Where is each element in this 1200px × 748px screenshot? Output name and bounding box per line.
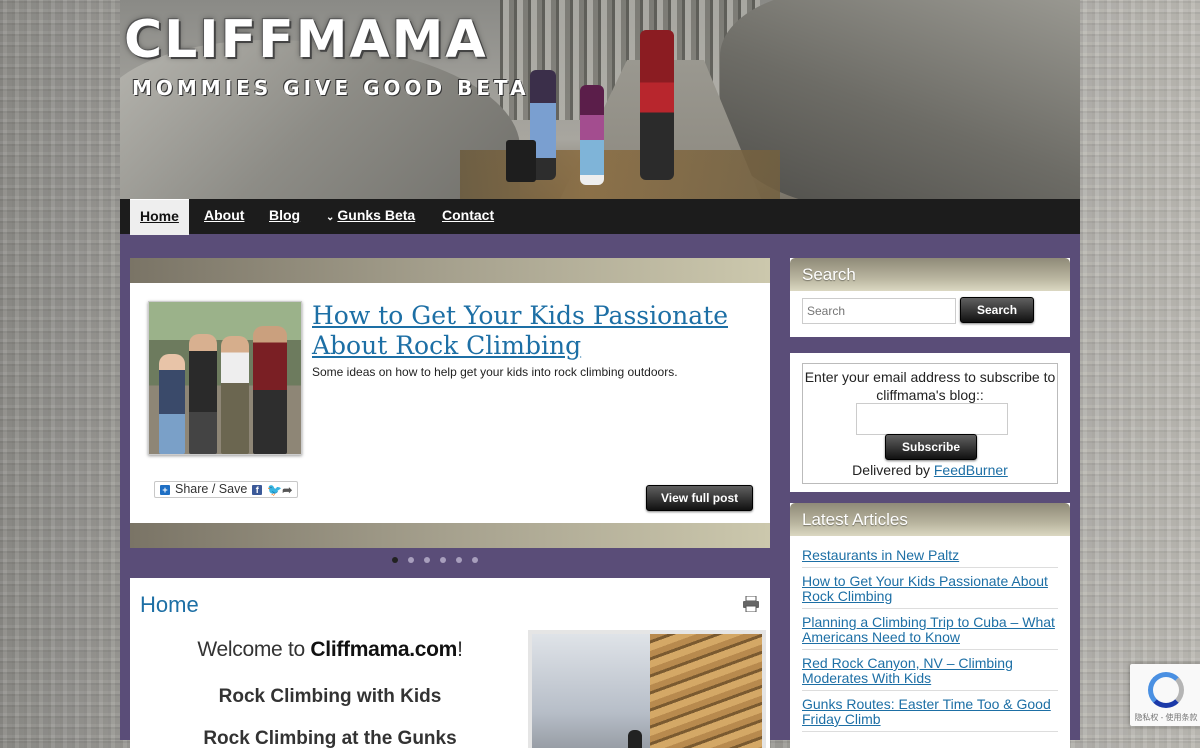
photo-cliff <box>650 634 762 748</box>
page-wrapper: CLIFFMAMA MOMMIES GIVE GOOD BETA Home Ab… <box>120 0 1080 748</box>
nav-gunks-beta-label: Gunks Beta <box>337 207 416 223</box>
article-link[interactable]: Red Rock Canyon, NV – Climbing Moderates… <box>802 650 1058 691</box>
photo-climber <box>628 730 642 748</box>
subscribe-box: Enter your email address to subscribe to… <box>802 363 1058 484</box>
featured-photo[interactable] <box>148 301 302 455</box>
welcome-site-name: Cliffmama.com <box>310 638 458 661</box>
plus-icon: + <box>160 484 170 495</box>
share-save-label: Share / Save <box>175 482 248 496</box>
share-save-button[interactable]: + Share / Save f 🐦 ➦ <box>154 481 299 498</box>
article-link[interactable]: Planning a Climbing Trip to Cuba – What … <box>802 609 1058 650</box>
feedburner-link[interactable]: FeedBurner <box>934 462 1008 478</box>
email-field[interactable] <box>856 403 1008 435</box>
search-button[interactable]: Search <box>960 297 1035 323</box>
latest-articles-heading: Latest Articles <box>790 503 1070 536</box>
page-title: Home <box>140 592 199 617</box>
facebook-icon: f <box>252 484 263 495</box>
delivered-by: Delivered by FeedBurner <box>803 462 1057 478</box>
article-link[interactable]: How to Get Your Kids Passionate About Ro… <box>802 568 1058 609</box>
search-widget-heading: Search <box>790 258 1070 291</box>
subheading-kids: Rock Climbing with Kids <box>218 686 442 707</box>
recaptcha-badge[interactable]: 隐私权 - 使用条款 <box>1130 664 1200 726</box>
climbing-photo <box>528 630 766 748</box>
welcome-heading: Welcome to Cliffmama.com! <box>170 638 490 662</box>
articles-list: Restaurants in New Paltz How to Get Your… <box>790 536 1070 732</box>
subscribe-button[interactable]: Subscribe <box>885 434 978 460</box>
article-link[interactable]: Gunks Routes: Easter Time Too & Good Fri… <box>802 691 1058 732</box>
recaptcha-icon <box>1148 672 1184 708</box>
featured-slide: How to Get Your Kids Passionate About Ro… <box>130 283 770 523</box>
latest-articles-widget: Latest Articles Restaurants in New Paltz… <box>790 503 1070 748</box>
header-hiker-adult <box>640 30 674 180</box>
chevron-down-icon: ⌄ <box>326 212 335 223</box>
site-tagline: MOMMIES GIVE GOOD BETA <box>132 76 530 100</box>
subscribe-widget: Enter your email address to subscribe to… <box>790 353 1070 492</box>
nav-contact[interactable]: Contact <box>442 199 494 234</box>
view-full-post-button[interactable]: View full post <box>646 485 754 511</box>
header-hiker-child-2 <box>580 85 604 185</box>
main-nav: Home About Blog ⌄ Gunks Beta Contact <box>120 199 1080 235</box>
featured-description: Some ideas on how to help get your kids … <box>312 365 678 379</box>
slider-dot[interactable] <box>440 557 446 563</box>
twitter-icon: 🐦 <box>267 482 283 497</box>
site-logo[interactable]: CLIFFMAMA MOMMIES GIVE GOOD BETA <box>124 14 530 100</box>
slider-top-bar <box>130 258 770 283</box>
slider-dot[interactable] <box>392 557 398 563</box>
nav-gunks-beta[interactable]: ⌄ Gunks Beta <box>326 199 415 234</box>
slider-bottom-bar <box>130 523 770 548</box>
print-icon[interactable] <box>742 596 760 612</box>
nav-about[interactable]: About <box>204 199 244 234</box>
featured-slider: How to Get Your Kids Passionate About Ro… <box>130 258 770 548</box>
subheading-gunks: Rock Climbing at the Gunks <box>203 728 457 748</box>
slider-dot[interactable] <box>456 557 462 563</box>
slider-pagination <box>392 557 478 563</box>
delivered-by-label: Delivered by <box>852 462 934 478</box>
share-arrow-icon: ➦ <box>282 482 293 497</box>
search-widget: Search Search <box>790 258 1070 337</box>
home-content: Home Welcome to Cliffmama.com! Rock Clim… <box>130 578 770 748</box>
nav-home[interactable]: Home <box>130 199 189 235</box>
photo-kid <box>159 354 185 454</box>
article-link[interactable]: Restaurants in New Paltz <box>802 536 1058 568</box>
welcome-suffix: ! <box>457 638 463 661</box>
photo-kid <box>221 336 249 454</box>
slider-dot[interactable] <box>408 557 414 563</box>
photo-kid <box>189 334 217 454</box>
slider-dot[interactable] <box>472 557 478 563</box>
recaptcha-terms[interactable]: 隐私权 - 使用条款 <box>1130 712 1200 723</box>
welcome-prefix: Welcome to <box>197 638 311 661</box>
nav-blog[interactable]: Blog <box>269 199 300 234</box>
header-bag <box>506 140 536 182</box>
featured-title-link[interactable]: How to Get Your Kids Passionate About Ro… <box>312 301 752 361</box>
site-title[interactable]: CLIFFMAMA <box>124 14 530 66</box>
search-input[interactable] <box>802 298 956 324</box>
subscribe-text: Enter your email address to subscribe to… <box>804 369 1056 403</box>
site-header: CLIFFMAMA MOMMIES GIVE GOOD BETA <box>120 0 1080 199</box>
photo-kid <box>253 326 287 454</box>
slider-dot[interactable] <box>424 557 430 563</box>
